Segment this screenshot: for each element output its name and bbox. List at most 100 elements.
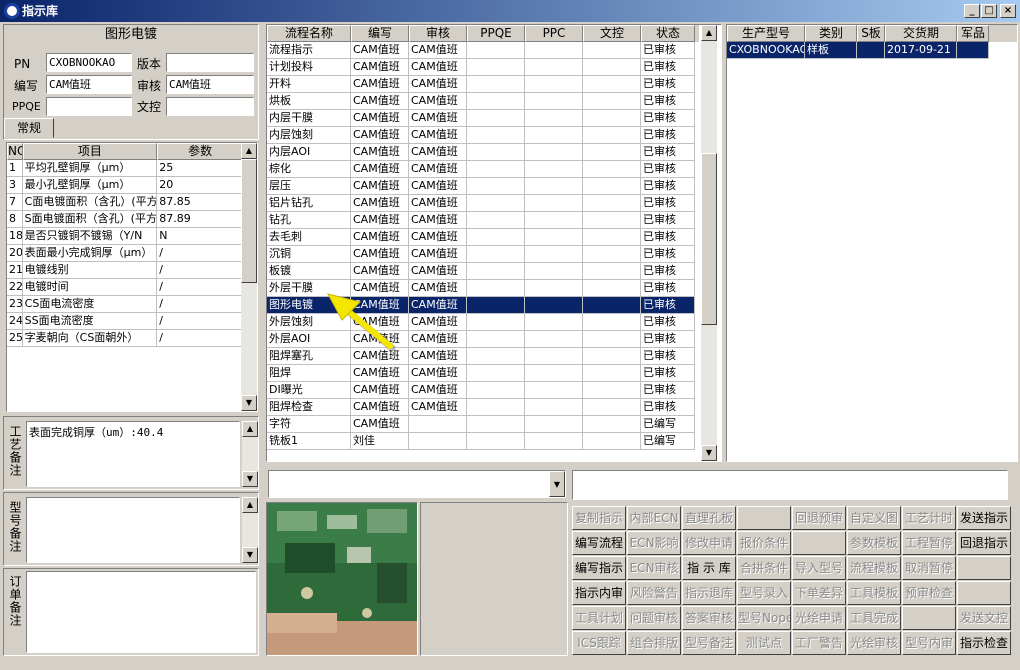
action-button[interactable]: 型号录入	[737, 581, 791, 605]
flow-row[interactable]: 内层AOI CAM值班 CAM值班 已审核	[267, 144, 699, 161]
action-button[interactable]: 编写流程	[572, 531, 626, 555]
scroll-up-icon[interactable]: ▲	[242, 497, 258, 513]
param-row[interactable]: 7 C面电镀面积（含孔）(平方 87.85	[7, 194, 244, 211]
col-status-header[interactable]: 状态	[641, 25, 695, 42]
dropdown-arrow-icon[interactable]: ▼	[549, 471, 565, 497]
pn-field[interactable]: CXOBNOOKAO	[46, 53, 132, 72]
action-button[interactable]: ECN审核	[627, 556, 681, 580]
scroll-up-icon[interactable]: ▲	[241, 143, 257, 159]
col-author-header[interactable]: 编写	[351, 25, 409, 42]
author-field[interactable]: CAM值班	[46, 75, 132, 94]
action-button[interactable]: 流程模板	[847, 556, 901, 580]
action-button[interactable]: 下单差异	[792, 581, 846, 605]
filter-combo[interactable]: ▼	[268, 470, 566, 498]
flow-row[interactable]: 内层蚀刻 CAM值班 CAM值班 已审核	[267, 127, 699, 144]
action-button[interactable]: 测试点	[737, 631, 791, 655]
action-button[interactable]: 发送文控	[957, 606, 1011, 630]
title-bar[interactable]: 指示库 _ □ ×	[0, 0, 1020, 22]
col-item-header[interactable]: 项目	[22, 143, 158, 160]
action-button[interactable]: 内部ECN	[627, 506, 681, 530]
col-ppc-header[interactable]: PPC	[525, 25, 583, 42]
action-button[interactable]	[957, 581, 1011, 605]
action-button[interactable]: 光绘审核	[847, 631, 901, 655]
scroll-down-icon[interactable]: ▼	[242, 547, 258, 563]
col-param-header[interactable]: 参数	[157, 143, 243, 160]
flow-row[interactable]: 计划投料 CAM值班 CAM值班 已审核	[267, 59, 699, 76]
action-button[interactable]: 编写指示	[572, 556, 626, 580]
action-button[interactable]	[902, 606, 956, 630]
action-button[interactable]: 工艺计时	[902, 506, 956, 530]
minimize-button[interactable]: _	[964, 4, 980, 18]
col-no-header[interactable]: NO	[7, 143, 23, 160]
flow-row[interactable]: 字符 CAM值班 已编写	[267, 416, 699, 433]
action-button[interactable]: 型号内审	[902, 631, 956, 655]
version-field[interactable]	[166, 53, 254, 72]
param-row[interactable]: 18 是否只镀铜不镀锡（Y/N N	[7, 228, 244, 245]
action-button[interactable]: 合拼条件	[737, 556, 791, 580]
flow-row[interactable]: 铣板1 刘佳 已编写	[267, 433, 699, 450]
flow-row[interactable]: 烘板 CAM值班 CAM值班 已审核	[267, 93, 699, 110]
close-button[interactable]: ×	[1000, 4, 1016, 18]
scroll-up-icon[interactable]: ▲	[242, 421, 258, 437]
wenkong-field[interactable]	[166, 97, 254, 116]
col-flow-name-header[interactable]: 流程名称	[267, 25, 351, 42]
param-row[interactable]: 25 字麦朝向（CS面朝外） /	[7, 330, 244, 347]
action-button[interactable]: 指 示 库	[682, 556, 736, 580]
memo1-scrollbar[interactable]: ▲ ▼	[242, 421, 258, 487]
action-button[interactable]: ICS跟踪	[572, 631, 626, 655]
scroll-down-icon[interactable]: ▼	[241, 395, 257, 411]
param-row[interactable]: 21 电镀线别 /	[7, 262, 244, 279]
scroll-thumb[interactable]	[701, 153, 717, 325]
maximize-button[interactable]: □	[981, 4, 997, 18]
flow-row[interactable]: 阻焊检查 CAM值班 CAM值班 已审核	[267, 399, 699, 416]
action-button[interactable]: 修改申请	[682, 531, 736, 555]
process-memo-text[interactable]: 表面完成铜厚（um）:40.4	[26, 421, 240, 487]
model-memo-text[interactable]	[26, 497, 240, 563]
action-button[interactable]: 预审检查	[902, 581, 956, 605]
flow-row[interactable]: 阻焊 CAM值班 CAM值班 已审核	[267, 365, 699, 382]
message-field[interactable]	[572, 470, 1008, 500]
flow-row[interactable]: 层压 CAM值班 CAM值班 已审核	[267, 178, 699, 195]
action-button[interactable]: 型号Nope	[737, 606, 791, 630]
scroll-down-icon[interactable]: ▼	[701, 445, 717, 461]
param-row[interactable]: 3 最小孔壁铜厚（μm） 20	[7, 177, 244, 194]
action-button[interactable]: 取消暂停	[902, 556, 956, 580]
action-button[interactable]	[792, 531, 846, 555]
action-button[interactable]: 问题审核	[627, 606, 681, 630]
action-button[interactable]: 回退预审	[792, 506, 846, 530]
scroll-down-icon[interactable]: ▼	[242, 471, 258, 487]
param-row[interactable]: 1 平均孔壁铜厚（μm） 25	[7, 160, 244, 177]
scroll-thumb[interactable]	[241, 159, 257, 283]
action-button[interactable]: 自定义图	[847, 506, 901, 530]
action-button[interactable]: 参数模板	[847, 531, 901, 555]
col-category-header[interactable]: 类别	[805, 25, 857, 42]
col-wenkong-header[interactable]: 文控	[583, 25, 641, 42]
review-field[interactable]: CAM值班	[166, 75, 254, 94]
action-button[interactable]: 导入型号	[792, 556, 846, 580]
flow-row[interactable]: 沉铜 CAM值班 CAM值班 已审核	[267, 246, 699, 263]
col-military-header[interactable]: 军品	[957, 25, 989, 42]
param-row[interactable]: 8 S面电镀面积（含孔）(平方 87.89	[7, 211, 244, 228]
param-row[interactable]: 23 CS面电流密度 /	[7, 296, 244, 313]
action-button[interactable]: 答案审核	[682, 606, 736, 630]
action-button[interactable]: 组合排版	[627, 631, 681, 655]
flow-scrollbar[interactable]: ▲ ▼	[701, 25, 717, 461]
col-ppqe-header[interactable]: PPQE	[467, 25, 525, 42]
action-button[interactable]: 回退指示	[957, 531, 1011, 555]
action-button[interactable]: 指示内审	[572, 581, 626, 605]
flow-row[interactable]: 流程指示 CAM值班 CAM值班 已审核	[267, 42, 699, 59]
col-review-header[interactable]: 审核	[409, 25, 467, 42]
ppqe-field[interactable]	[46, 97, 132, 116]
order-memo-text[interactable]	[26, 571, 256, 653]
action-button[interactable]: 发送指示	[957, 506, 1011, 530]
param-scrollbar[interactable]: ▲ ▼	[241, 143, 257, 411]
param-row[interactable]: 20 表面最小完成铜厚（μm） /	[7, 245, 244, 262]
action-button[interactable]: 工具完成	[847, 606, 901, 630]
flow-row[interactable]: 铝片钻孔 CAM值班 CAM值班 已审核	[267, 195, 699, 212]
flow-row[interactable]: 板镀 CAM值班 CAM值班 已审核	[267, 263, 699, 280]
action-button[interactable]: 风险警告	[627, 581, 681, 605]
action-button[interactable]: 直理孔板	[682, 506, 736, 530]
action-button[interactable]: 指示检查	[957, 631, 1011, 655]
flow-row[interactable]: DI曝光 CAM值班 CAM值班 已审核	[267, 382, 699, 399]
action-button[interactable]: 报价条件	[737, 531, 791, 555]
